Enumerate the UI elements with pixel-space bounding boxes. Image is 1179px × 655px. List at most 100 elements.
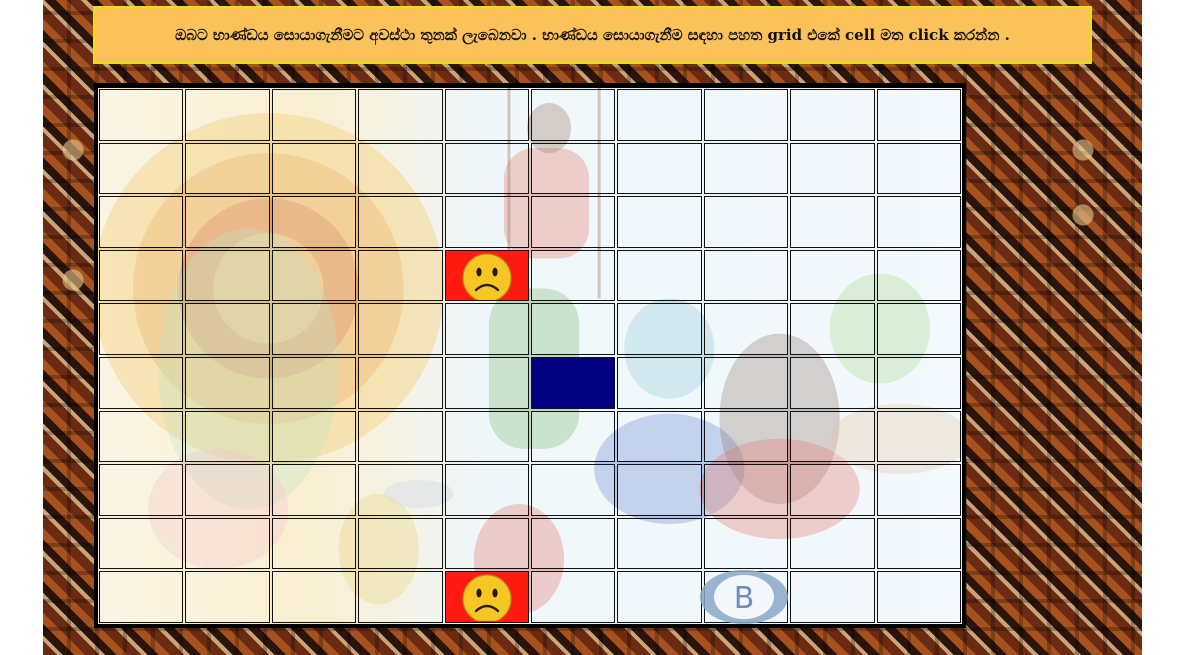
grid-cell[interactable] xyxy=(444,356,529,409)
grid-cell[interactable] xyxy=(444,517,529,570)
grid-cell[interactable] xyxy=(617,464,702,516)
grid-cell[interactable] xyxy=(271,464,357,516)
grid-cell[interactable] xyxy=(358,249,443,302)
grid-cell[interactable] xyxy=(617,571,702,623)
grid-cell[interactable] xyxy=(703,410,789,463)
grid-cell[interactable] xyxy=(99,517,184,570)
grid-cell[interactable] xyxy=(358,464,443,516)
grid-cell[interactable] xyxy=(876,196,961,248)
grid-cell[interactable] xyxy=(358,517,443,570)
grid-cell[interactable] xyxy=(271,249,357,302)
grid-cell[interactable] xyxy=(185,249,270,302)
grid-cell[interactable] xyxy=(617,142,702,195)
grid-cell[interactable] xyxy=(358,89,443,141)
grid-cell[interactable] xyxy=(876,249,961,302)
grid-cell[interactable] xyxy=(876,464,961,516)
grid-cell[interactable] xyxy=(703,196,789,248)
grid-cell[interactable] xyxy=(876,571,961,623)
grid-cell[interactable] xyxy=(617,196,702,248)
grid-cell[interactable] xyxy=(358,303,443,355)
grid-cell[interactable] xyxy=(185,517,270,570)
grid-cell[interactable] xyxy=(703,303,789,355)
grid-cell[interactable] xyxy=(99,303,184,355)
grid-cell[interactable] xyxy=(703,517,789,570)
grid-cell[interactable] xyxy=(271,517,357,570)
grid-cell[interactable] xyxy=(99,571,184,623)
grid-cell[interactable] xyxy=(185,571,270,623)
grid-cell[interactable] xyxy=(99,142,184,195)
grid-cell[interactable] xyxy=(99,196,184,248)
grid-cell[interactable] xyxy=(790,517,875,570)
grid-cell[interactable] xyxy=(185,356,270,409)
grid-cell[interactable] xyxy=(703,249,789,302)
grid-cell[interactable] xyxy=(185,303,270,355)
grid-cell[interactable] xyxy=(617,249,702,302)
grid-cell[interactable] xyxy=(876,89,961,141)
grid-cell[interactable] xyxy=(358,571,443,623)
grid-cell[interactable] xyxy=(531,410,616,463)
grid-cell[interactable] xyxy=(99,249,184,302)
grid-cell[interactable] xyxy=(790,356,875,409)
grid-cell[interactable] xyxy=(185,410,270,463)
grid-cell[interactable] xyxy=(358,196,443,248)
grid-cell[interactable] xyxy=(531,356,616,409)
grid-cell[interactable] xyxy=(876,356,961,409)
grid-cell[interactable] xyxy=(444,89,529,141)
grid-cell[interactable] xyxy=(531,142,616,195)
grid-cell[interactable] xyxy=(617,303,702,355)
grid-cell[interactable] xyxy=(703,356,789,409)
grid-cell[interactable] xyxy=(790,464,875,516)
grid-cell[interactable] xyxy=(876,142,961,195)
grid-cell[interactable] xyxy=(358,356,443,409)
grid-cell[interactable] xyxy=(99,89,184,141)
grid-cell[interactable] xyxy=(185,464,270,516)
grid-cell[interactable] xyxy=(790,89,875,141)
grid-cell[interactable] xyxy=(185,196,270,248)
grid-cell[interactable] xyxy=(531,464,616,516)
grid-cell[interactable] xyxy=(790,142,875,195)
grid-cell[interactable] xyxy=(99,410,184,463)
grid-cell[interactable] xyxy=(271,196,357,248)
grid-cell[interactable] xyxy=(531,249,616,302)
grid-cell[interactable] xyxy=(531,571,616,623)
grid-cell[interactable] xyxy=(703,142,789,195)
grid-cell[interactable] xyxy=(876,303,961,355)
grid-cell[interactable] xyxy=(271,356,357,409)
grid-cell[interactable] xyxy=(271,410,357,463)
grid-cell[interactable] xyxy=(790,571,875,623)
grid-cell[interactable] xyxy=(271,89,357,141)
grid-cell[interactable] xyxy=(99,464,184,516)
grid-cell[interactable] xyxy=(617,517,702,570)
grid-cell[interactable] xyxy=(99,356,184,409)
grid-cell[interactable] xyxy=(531,196,616,248)
grid-cell[interactable] xyxy=(271,571,357,623)
grid-cell[interactable] xyxy=(703,464,789,516)
grid-cell[interactable] xyxy=(876,410,961,463)
grid-cell[interactable] xyxy=(703,571,789,623)
grid-cell[interactable] xyxy=(185,89,270,141)
grid-cell[interactable] xyxy=(271,142,357,195)
grid-cell[interactable] xyxy=(358,410,443,463)
grid-cell[interactable] xyxy=(531,89,616,141)
grid-cell[interactable] xyxy=(876,517,961,570)
grid-cell[interactable] xyxy=(358,142,443,195)
grid-cell[interactable] xyxy=(790,303,875,355)
grid-cell[interactable] xyxy=(617,89,702,141)
grid-cell[interactable] xyxy=(271,303,357,355)
grid-cell[interactable] xyxy=(444,142,529,195)
grid-cell[interactable] xyxy=(444,410,529,463)
grid-cell[interactable] xyxy=(531,517,616,570)
grid-cell[interactable] xyxy=(444,571,529,623)
grid-cell[interactable] xyxy=(444,196,529,248)
grid-cell[interactable] xyxy=(444,249,529,302)
grid-cell[interactable] xyxy=(703,89,789,141)
grid-cell[interactable] xyxy=(617,410,702,463)
grid-cell[interactable] xyxy=(790,249,875,302)
grid-cell[interactable] xyxy=(444,303,529,355)
grid-cell[interactable] xyxy=(617,356,702,409)
grid-cell[interactable] xyxy=(185,142,270,195)
grid-cell[interactable] xyxy=(790,196,875,248)
grid-cell[interactable] xyxy=(790,410,875,463)
grid-cell[interactable] xyxy=(444,464,529,516)
grid-cell[interactable] xyxy=(531,303,616,355)
